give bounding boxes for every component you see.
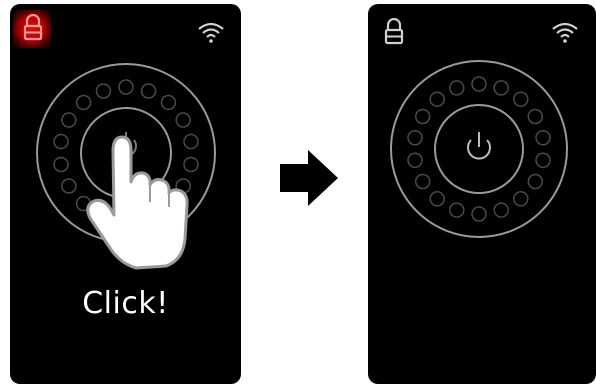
indicator-dot xyxy=(407,152,423,169)
indicator-dot xyxy=(513,91,529,107)
indicator-dot xyxy=(414,173,431,190)
device-screen-before: Click! xyxy=(10,4,241,384)
indicator-dot xyxy=(95,83,112,99)
indicator-dot xyxy=(471,206,487,222)
indicator-dot xyxy=(118,79,134,95)
hand-pointer-icon xyxy=(86,135,189,270)
indicator-dot xyxy=(535,152,551,169)
indicator-dot xyxy=(183,133,199,150)
indicator-dot xyxy=(527,173,544,190)
indicator-dot xyxy=(183,156,199,173)
indicator-dot xyxy=(449,202,465,218)
indicator-dot xyxy=(513,191,529,207)
device-screen-after xyxy=(368,4,596,384)
indicator-dot xyxy=(429,91,445,107)
indicator-dot xyxy=(414,108,431,125)
outer-ring xyxy=(390,60,568,238)
click-caption: Click! xyxy=(82,286,169,321)
right-arrow-icon xyxy=(280,150,338,206)
indicator-dot xyxy=(75,94,92,111)
indicator-dot xyxy=(493,80,509,96)
control-dial xyxy=(36,63,216,270)
indicator-dot xyxy=(449,80,465,96)
indicator-dot xyxy=(61,112,77,128)
indicator-dot xyxy=(140,83,157,99)
indicator-dot xyxy=(175,112,191,128)
indicator-dot xyxy=(527,108,544,125)
power-icon[interactable] xyxy=(467,132,491,160)
indicator-dot xyxy=(61,178,77,194)
control-dial xyxy=(390,60,568,238)
indicator-dot xyxy=(471,76,487,92)
indicator-dot xyxy=(53,133,69,150)
indicator-dot xyxy=(493,202,509,218)
indicator-dot xyxy=(535,129,551,146)
indicator-dot xyxy=(53,156,69,173)
indicator-dot xyxy=(407,129,423,146)
power-button[interactable] xyxy=(434,104,524,194)
indicator-dot xyxy=(160,94,177,111)
indicator-dots xyxy=(407,76,551,222)
indicator-dot xyxy=(429,191,445,207)
